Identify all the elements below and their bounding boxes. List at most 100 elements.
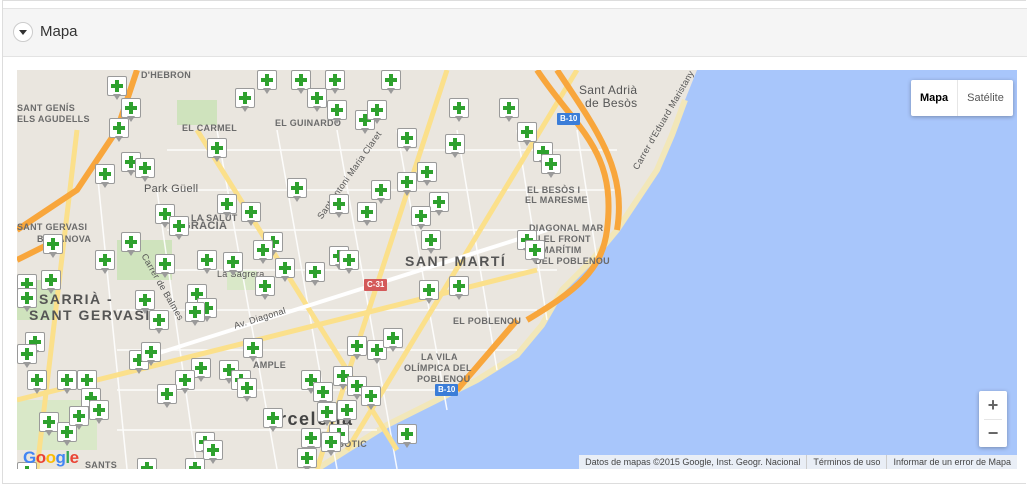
pharmacy-cross-icon[interactable] [411,206,431,230]
label-olimpica: OLÍMPICA DEL [404,363,472,373]
pharmacy-cross-icon[interactable] [287,178,307,202]
label-poblenou-dm: DEL POBLENOU [535,256,610,266]
pharmacy-cross-icon[interactable] [329,194,349,218]
label-sant-genis: SANT GENÍS [17,103,76,113]
pharmacy-cross-icon[interactable] [137,458,157,469]
pharmacy-cross-icon[interactable] [339,250,359,274]
pharmacy-cross-icon[interactable] [421,230,441,254]
pharmacy-cross-icon[interactable] [305,262,325,286]
pharmacy-cross-icon[interactable] [243,338,263,362]
pharmacy-cross-icon[interactable] [263,408,283,432]
label-de-besos: de Besòs [585,96,638,110]
pharmacy-cross-icon[interactable] [297,448,317,469]
label-el-poblenou: EL POBLENOU [453,316,522,326]
zoom-control: + − [979,391,1007,447]
report-error-link[interactable]: Informar de un error de Mapa [886,455,1017,469]
pharmacy-cross-icon[interactable] [223,252,243,276]
label-sant-gervasi: SANT GERVASI [17,222,88,232]
pharmacy-cross-icon[interactable] [397,172,417,196]
map-canvas[interactable]: D'HEBRON SANT GENÍS ELS AGUDELLS EL CARM… [17,70,1017,469]
pharmacy-cross-icon[interactable] [17,288,37,312]
pharmacy-cross-icon[interactable] [419,280,439,304]
google-logo[interactable]: Google [23,448,79,468]
pharmacy-cross-icon[interactable] [17,344,37,368]
pharmacy-cross-icon[interactable] [185,458,205,469]
pharmacy-cross-icon[interactable] [69,406,89,430]
pharmacy-cross-icon[interactable] [185,302,205,326]
pharmacy-cross-icon[interactable] [41,270,61,294]
zoom-out-button[interactable]: − [979,419,1007,447]
pharmacy-cross-icon[interactable] [203,440,223,464]
pharmacy-cross-icon[interactable] [321,432,341,456]
pharmacy-cross-icon[interactable] [381,70,401,94]
pharmacy-cross-icon[interactable] [397,424,417,448]
collapse-toggle-icon[interactable] [13,22,33,42]
pharmacy-cross-icon[interactable] [141,342,161,366]
pharmacy-cross-icon[interactable] [237,378,257,402]
pharmacy-cross-icon[interactable] [429,192,449,216]
pharmacy-cross-icon[interactable] [361,386,381,410]
pharmacy-cross-icon[interactable] [449,98,469,122]
label-hebron: D'HEBRON [141,70,192,80]
pharmacy-cross-icon[interactable] [43,234,63,258]
pharmacy-cross-icon[interactable] [197,250,217,274]
pharmacy-cross-icon[interactable] [347,336,367,360]
label-maritim: MARÍTIM [541,245,582,255]
pharmacy-cross-icon[interactable] [121,232,141,256]
panel-title: Mapa [40,23,78,40]
zoom-in-button[interactable]: + [979,391,1007,419]
pharmacy-cross-icon[interactable] [255,276,275,300]
pharmacy-cross-icon[interactable] [397,128,417,152]
label-sants: SANTS [85,460,118,469]
label-park-guell: Park Güell [144,183,199,195]
pharmacy-cross-icon[interactable] [135,158,155,182]
pharmacy-cross-icon[interactable] [337,400,357,424]
pharmacy-cross-icon[interactable] [27,370,47,394]
pharmacy-cross-icon[interactable] [253,240,273,264]
pharmacy-cross-icon[interactable] [317,402,337,426]
map-type-satellite-button[interactable]: Satélite [958,80,1013,116]
terms-link[interactable]: Términos de uso [806,455,886,469]
pharmacy-cross-icon[interactable] [241,202,261,226]
pharmacy-cross-icon[interactable] [275,258,295,282]
pharmacy-cross-icon[interactable] [95,250,115,274]
pharmacy-cross-icon[interactable] [257,70,277,94]
map-type-map-button[interactable]: Mapa [911,80,959,116]
pharmacy-cross-icon[interactable] [149,310,169,334]
pharmacy-cross-icon[interactable] [235,88,255,112]
pharmacy-cross-icon[interactable] [217,194,237,218]
pharmacy-cross-icon[interactable] [367,100,387,124]
pharmacy-cross-icon[interactable] [155,254,175,278]
pharmacy-cross-icon[interactable] [417,162,437,186]
road-shield-c31: C-31 [364,279,388,291]
label-sant-adria: Sant Adrià [579,83,638,97]
pharmacy-cross-icon[interactable] [107,76,127,100]
pharmacy-cross-icon[interactable] [525,240,545,264]
pharmacy-cross-icon[interactable] [445,134,465,158]
pharmacy-cross-icon[interactable] [449,276,469,300]
label-sarria-sant-gervasi: SANT GERVASI [29,307,151,323]
road-shield-b10: B-10 [557,113,581,125]
pharmacy-cross-icon[interactable] [327,100,347,124]
pharmacy-cross-icon[interactable] [89,400,109,424]
pharmacy-cross-icon[interactable] [357,202,377,226]
pharmacy-cross-icon[interactable] [307,88,327,112]
pharmacy-cross-icon[interactable] [39,412,59,436]
pharmacy-cross-icon[interactable] [175,370,195,394]
pharmacy-cross-icon[interactable] [499,98,519,122]
label-carmel: EL CARMEL [182,123,238,133]
pharmacy-cross-icon[interactable] [541,154,561,178]
pharmacy-cross-icon[interactable] [57,370,77,394]
panel-header[interactable]: Mapa [3,8,1027,57]
pharmacy-cross-icon[interactable] [169,216,189,240]
pharmacy-cross-icon[interactable] [95,164,115,188]
pharmacy-cross-icon[interactable] [109,118,129,142]
label-la-vila: LA VILA [421,352,458,362]
label-sant-marti: SANT MARTÍ [405,253,507,269]
pharmacy-cross-icon[interactable] [325,70,345,94]
pharmacy-cross-icon[interactable] [371,180,391,204]
pharmacy-cross-icon[interactable] [157,384,177,408]
pharmacy-cross-icon[interactable] [383,328,403,352]
pharmacy-cross-icon[interactable] [207,138,227,162]
zoom-separator [984,419,1002,420]
